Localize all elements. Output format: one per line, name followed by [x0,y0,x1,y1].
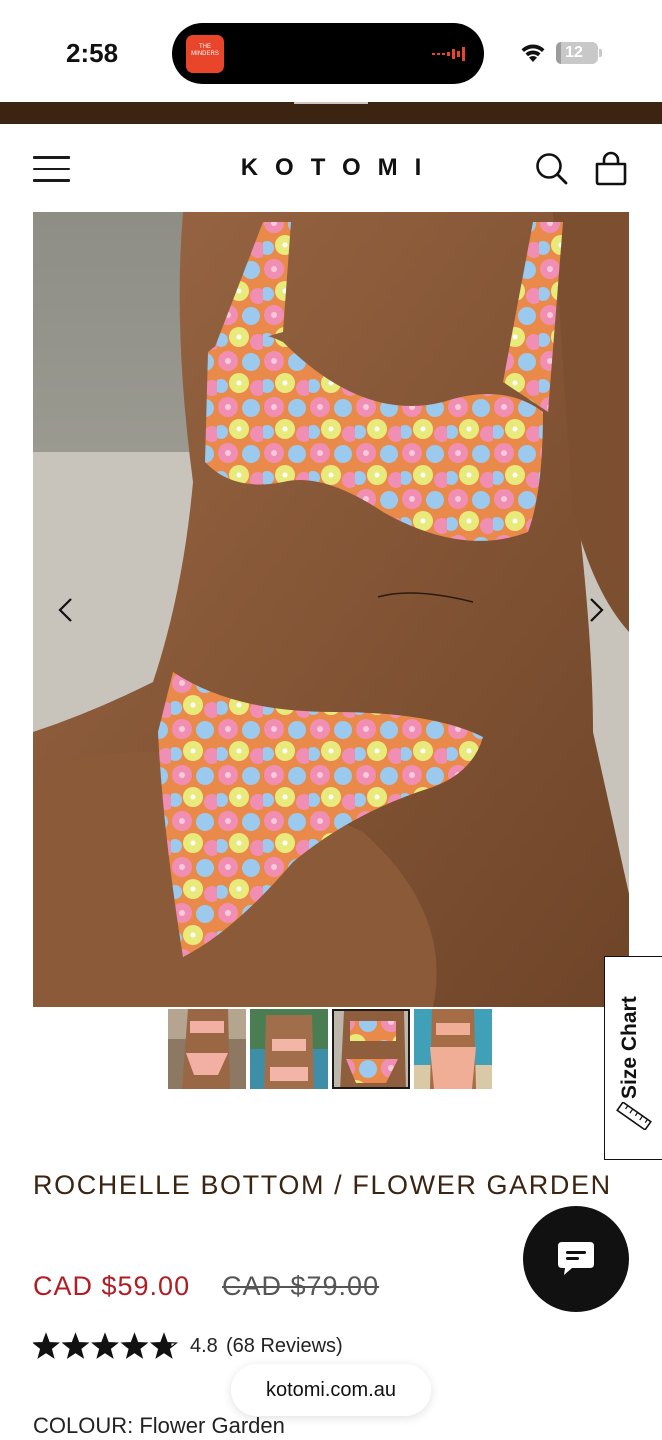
thumbnail-1[interactable] [168,1009,246,1089]
battery-cap [599,49,602,57]
next-image-arrow-icon[interactable] [581,596,609,624]
sale-price: CAD $59.00 [33,1271,191,1301]
search-icon[interactable] [535,152,568,185]
album-art-text: THE MINDERS [191,44,219,57]
announcement-indicator [294,102,368,104]
chat-bubble-icon [558,1242,594,1275]
size-chart-tab[interactable]: Size Chart [604,956,662,1160]
star-icon [120,1332,149,1359]
browser-url-bar[interactable]: kotomi.com.au [231,1364,431,1416]
status-bar: 2:58 THE MINDERS 12 [0,0,662,102]
thumbnail-strip [168,1009,498,1089]
audio-waveform-icon [432,47,465,61]
original-price: CAD $79.00 [222,1271,380,1301]
star-icon [150,1332,178,1359]
thumbnail-4[interactable] [414,1009,492,1089]
star-icon [61,1332,90,1359]
star-icon [33,1332,60,1359]
size-chart-label: Size Chart [618,996,641,1099]
chat-button[interactable] [523,1206,629,1312]
rating-stars[interactable] [33,1331,183,1361]
thumbnail-2[interactable] [250,1009,328,1089]
battery-indicator: 12 [556,42,598,64]
status-time: 2:58 [66,38,119,68]
wifi-icon [521,44,545,62]
review-count-link[interactable]: (68 Reviews) [226,1335,343,1358]
rating-value: 4.8 [190,1335,218,1357]
shopping-bag-icon[interactable] [594,151,628,186]
colour-selection-label: COLOUR: Flower Garden [33,1413,285,1438]
product-title: ROCHELLE BOTTOM / FLOWER GARDEN [33,1170,612,1200]
now-playing-album-art: THE MINDERS [186,35,224,73]
product-main-image[interactable] [33,212,629,1007]
announcement-bar[interactable] [0,102,662,124]
url-text: kotomi.com.au [265,1379,397,1401]
previous-image-arrow-icon[interactable] [53,596,81,624]
product-photo [33,212,629,1007]
thumbnail-3[interactable] [332,1009,410,1089]
ruler-icon [616,1102,652,1130]
dynamic-island[interactable]: THE MINDERS [172,23,484,84]
star-icon [91,1332,119,1359]
battery-percentage: 12 [565,44,583,61]
site-header: KOTOMI [0,124,662,212]
